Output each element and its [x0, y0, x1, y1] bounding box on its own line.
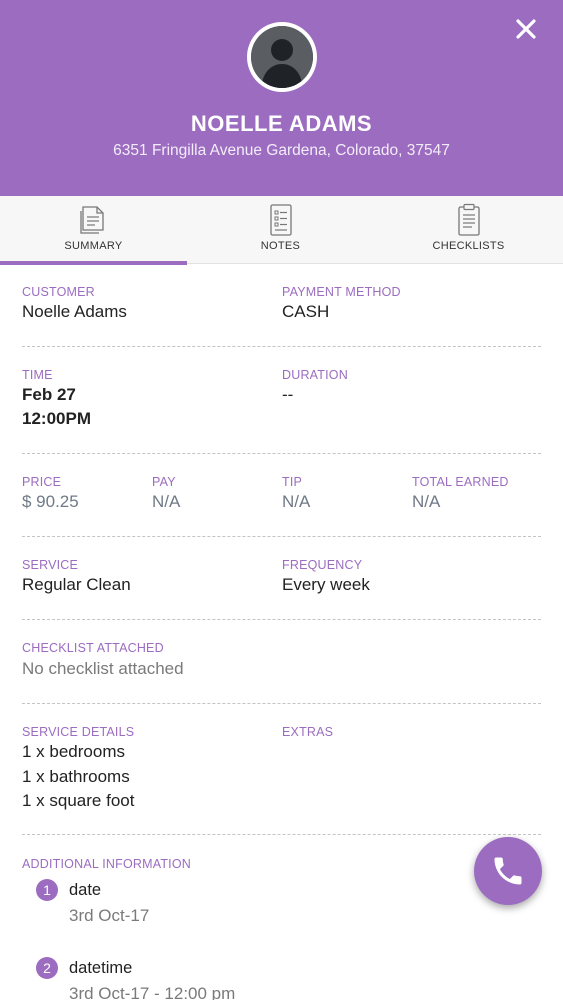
divider	[22, 703, 541, 704]
clipboard-icon	[454, 203, 484, 237]
service-detail-item: 1 x square foot	[22, 791, 135, 810]
additional-info-value: 3rd Oct-17 - 12:00 pm	[69, 984, 236, 1000]
divider	[22, 453, 541, 454]
payment-method-label: PAYMENT METHOD	[282, 285, 401, 299]
pay-value: N/A	[152, 492, 181, 511]
tab-summary-label: SUMMARY	[64, 240, 123, 252]
tab-checklists[interactable]: CHECKLISTS	[375, 196, 562, 264]
total-earned-value: N/A	[412, 492, 441, 511]
person-silhouette-icon	[251, 26, 313, 88]
tip-label: TIP	[282, 475, 303, 489]
service-value: Regular Clean	[22, 575, 131, 594]
tab-bar: SUMMARY NOTES CHECKLISTS	[0, 196, 563, 265]
service-detail-item: 1 x bathrooms	[22, 767, 130, 786]
tab-notes[interactable]: NOTES	[187, 196, 374, 264]
total-earned-label: TOTAL EARNED	[412, 475, 509, 489]
price-value: $ 90.25	[22, 492, 79, 511]
time-date-value: Feb 27	[22, 385, 76, 404]
notes-icon	[266, 203, 296, 237]
document-icon	[79, 203, 109, 237]
price-label: PRICE	[22, 475, 62, 489]
customer-header: NOELLE ADAMS 6351 Fringilla Avenue Garde…	[0, 0, 563, 196]
service-label: SERVICE	[22, 558, 79, 572]
divider	[22, 619, 541, 620]
tab-notes-label: NOTES	[260, 240, 301, 252]
customer-address: 6351 Fringilla Avenue Gardena, Colorado,…	[113, 142, 450, 159]
tab-checklists-label: CHECKLISTS	[432, 240, 505, 252]
divider	[22, 346, 541, 347]
duration-label: DURATION	[282, 368, 348, 382]
time-clock-value: 12:00PM	[22, 409, 91, 428]
tip-value: N/A	[282, 492, 311, 511]
service-details-label: SERVICE DETAILS	[22, 725, 135, 739]
time-label: TIME	[22, 368, 53, 382]
avatar	[247, 22, 317, 92]
duration-value: --	[282, 385, 294, 404]
call-button[interactable]	[474, 837, 542, 905]
frequency-value: Every week	[282, 575, 370, 594]
service-detail-item: 1 x bedrooms	[22, 742, 125, 761]
customer-name: NOELLE ADAMS	[190, 111, 373, 136]
item-number-badge: 1	[36, 879, 58, 901]
customer-label: CUSTOMER	[22, 285, 95, 299]
additional-info-title: date	[69, 881, 102, 899]
additional-information-label: ADDITIONAL INFORMATION	[22, 857, 191, 871]
checklist-attached-value: No checklist attached	[22, 659, 184, 678]
extras-label: EXTRAS	[282, 725, 334, 739]
divider	[22, 536, 541, 537]
close-icon[interactable]	[513, 16, 539, 42]
frequency-label: FREQUENCY	[282, 558, 363, 572]
additional-info-value: 3rd Oct-17	[69, 906, 150, 925]
checklist-attached-label: CHECKLIST ATTACHED	[22, 641, 164, 655]
additional-info-title: datetime	[69, 959, 133, 977]
item-number-badge: 2	[36, 957, 58, 979]
divider	[22, 834, 541, 835]
pay-label: PAY	[152, 475, 176, 489]
payment-method-value: CASH	[282, 302, 330, 321]
tab-summary[interactable]: SUMMARY	[0, 196, 187, 265]
phone-icon	[494, 857, 522, 885]
customer-value: Noelle Adams	[22, 302, 127, 321]
